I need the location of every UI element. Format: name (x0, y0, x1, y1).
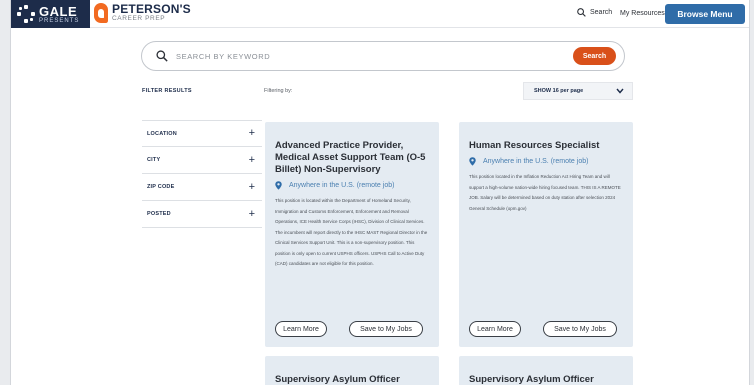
location-pin-icon (469, 157, 476, 166)
filtering-by-label: Filtering by: (264, 88, 293, 94)
learn-more-button[interactable]: Learn More (275, 321, 327, 337)
job-location: Anywhere in the U.S. (remote job) (275, 181, 429, 190)
job-card: Advanced Practice Provider, Medical Asse… (265, 122, 439, 347)
filter-label: ZIP CODE (147, 184, 175, 190)
gale-name: GALE (39, 3, 78, 19)
site-header: GALE PRESENTS PETERSON'S CAREER PREP Sea… (11, 0, 749, 28)
job-actions: Learn More Save to My Jobs (275, 321, 423, 337)
learn-more-button[interactable]: Learn More (469, 321, 521, 337)
chevron-down-icon (616, 88, 624, 94)
filter-list: LOCATION + CITY + ZIP CODE + POSTED + (142, 120, 262, 228)
petersons-sub: CAREER PREP (112, 15, 166, 23)
search-icon (577, 8, 586, 17)
job-title[interactable]: Advanced Practice Provider, Medical Asse… (275, 140, 429, 176)
filter-posted[interactable]: POSTED + (142, 201, 262, 228)
browse-menu-button[interactable]: Browse Menu (665, 4, 745, 24)
search-input[interactable]: SEARCH BY KEYWORD (176, 52, 270, 61)
per-page-select[interactable]: SHOW 16 per page (523, 82, 633, 100)
save-to-my-jobs-button[interactable]: Save to My Jobs (349, 321, 423, 337)
keyword-search-bar[interactable]: SEARCH BY KEYWORD Search (141, 41, 625, 71)
location-pin-icon (275, 181, 282, 190)
save-to-my-jobs-button[interactable]: Save to My Jobs (543, 321, 617, 337)
job-actions: Learn More Save to My Jobs (469, 321, 617, 337)
petersons-flame-icon (94, 3, 108, 23)
filter-label: POSTED (147, 211, 171, 217)
job-title[interactable]: Human Resources Specialist (469, 140, 623, 152)
my-resources-link[interactable]: My Resources (620, 10, 665, 17)
job-title[interactable]: Supervisory Asylum Officer (469, 374, 623, 385)
plus-icon[interactable]: + (249, 154, 255, 166)
per-page-value: SHOW 16 per page (534, 88, 584, 94)
search-button[interactable]: Search (573, 47, 616, 65)
job-description: This position located in the Inflation R… (469, 174, 621, 211)
job-location-text: Anywhere in the U.S. (remote job) (483, 158, 589, 165)
filter-location[interactable]: LOCATION + (142, 120, 262, 147)
page-frame: GALE PRESENTS PETERSON'S CAREER PREP Sea… (10, 0, 750, 385)
job-location: Anywhere in the U.S. (remote job) (469, 157, 623, 166)
job-location-text: Anywhere in the U.S. (remote job) (289, 182, 395, 189)
job-title[interactable]: Supervisory Asylum Officer (275, 374, 429, 385)
job-card: Supervisory Asylum Officer (265, 356, 439, 385)
gale-sub: PRESENTS (39, 17, 80, 24)
filter-label: LOCATION (147, 130, 177, 137)
gale-logo[interactable]: GALE PRESENTS (11, 0, 90, 28)
job-description: This position is located within the Depa… (275, 198, 428, 266)
plus-icon[interactable]: + (249, 181, 255, 193)
search-icon (156, 50, 168, 62)
petersons-name: PETERSON'S (112, 2, 191, 17)
header-search-label: Search (590, 9, 613, 16)
filter-city[interactable]: CITY + (142, 147, 262, 174)
petersons-logo[interactable]: PETERSON'S CAREER PREP (94, 3, 191, 23)
header-search-link[interactable]: Search (577, 8, 612, 17)
filter-zip-code[interactable]: ZIP CODE + (142, 174, 262, 201)
gale-mark-icon (17, 5, 35, 23)
job-card: Supervisory Asylum Officer (459, 356, 633, 385)
plus-icon[interactable]: + (249, 208, 255, 220)
filter-label: CITY (147, 157, 161, 163)
filter-results-heading: FILTER RESULTS (142, 88, 192, 94)
job-card: Human Resources Specialist Anywhere in t… (459, 122, 633, 347)
plus-icon[interactable]: + (249, 128, 255, 139)
